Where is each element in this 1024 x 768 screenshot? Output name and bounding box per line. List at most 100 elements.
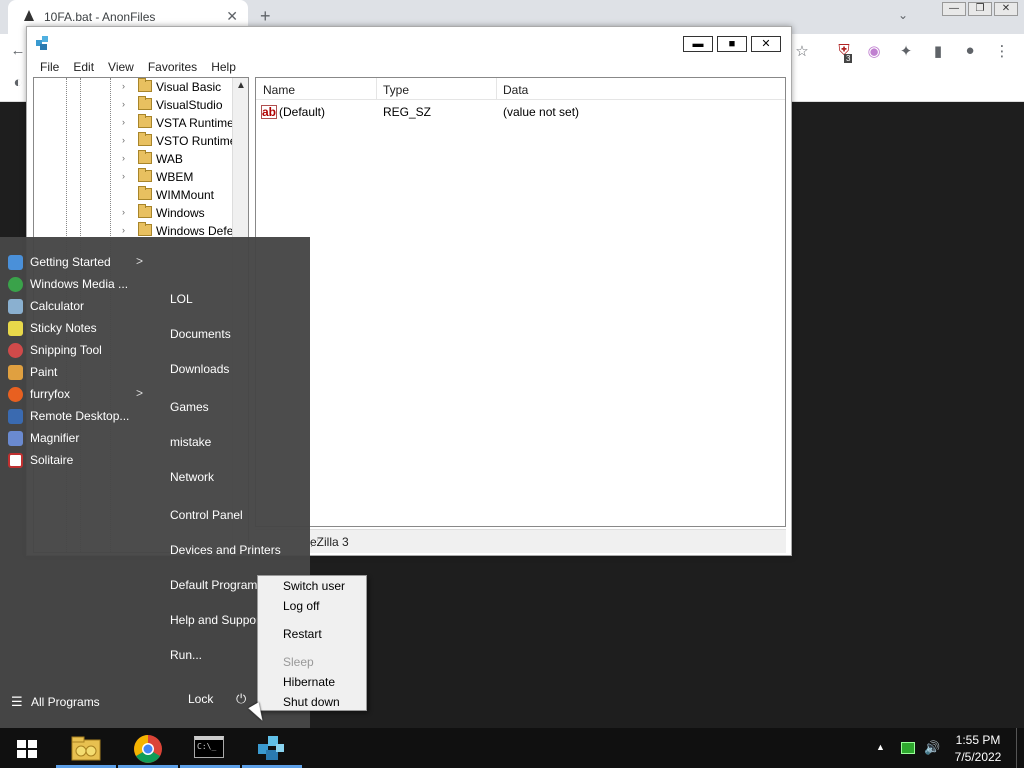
program-furryfox[interactable]: furryfox >	[0, 383, 160, 405]
program-solitaire[interactable]: Solitaire	[0, 449, 160, 471]
folder-icon	[138, 132, 152, 146]
tree-expand-icon[interactable]: ›	[122, 225, 125, 235]
tree-expand-icon[interactable]: ›	[122, 117, 125, 127]
network-icon[interactable]	[901, 742, 915, 754]
side-panel-icon[interactable]: ▮	[928, 42, 948, 62]
place-downloads[interactable]: Downloads	[170, 362, 229, 376]
browser-menu-icon[interactable]: ⋮	[992, 42, 1012, 62]
tray-overflow-icon[interactable]: ▲	[876, 742, 885, 752]
program-calculator[interactable]: Calculator	[0, 295, 160, 317]
tree-item[interactable]: › Windows	[34, 204, 234, 222]
volume-icon[interactable]: 🔊	[924, 740, 940, 756]
place-documents[interactable]: Documents	[170, 327, 231, 341]
clock-date[interactable]: 7/5/2022	[950, 750, 1006, 764]
tree-item-label: WAB	[156, 152, 183, 166]
program-remote-desktop[interactable]: Remote Desktop...	[0, 405, 160, 427]
regedit-app-icon	[258, 736, 284, 760]
lock-button[interactable]: Lock	[188, 692, 213, 706]
taskbar-command-prompt[interactable]: C:\_	[180, 728, 240, 768]
program-windows-media[interactable]: Windows Media ...	[0, 273, 160, 295]
place-games[interactable]: Games	[170, 400, 209, 414]
tree-item[interactable]: › Visual Basic	[34, 78, 234, 96]
menu-item-log-off[interactable]: Log off	[283, 599, 319, 613]
place-devices-and-printers[interactable]: Devices and Printers	[170, 543, 281, 557]
place-network[interactable]: Network	[170, 470, 214, 484]
tree-item[interactable]: WIMMount	[34, 186, 234, 204]
taskbar-chrome[interactable]	[118, 728, 178, 768]
program-magnifier[interactable]: Magnifier	[0, 427, 160, 449]
all-programs-button[interactable]: ☰ All Programs	[0, 689, 160, 715]
regedit-minimize-button[interactable]: ▬	[683, 36, 713, 52]
program-label: Snipping Tool	[30, 343, 102, 357]
menu-item-hibernate[interactable]: Hibernate	[283, 675, 335, 689]
place-control-panel[interactable]: Control Panel	[170, 508, 243, 522]
tree-expand-icon[interactable]: ›	[122, 81, 125, 91]
program-getting-started[interactable]: Getting Started >	[0, 251, 160, 273]
resize-grip-icon[interactable]: ⋰	[310, 538, 782, 549]
program-paint[interactable]: Paint	[0, 361, 160, 383]
tree-item[interactable]: › VisualStudio	[34, 96, 234, 114]
taskbar: C:\_ ▲ 🔊 1:55 PM 7/5/2022	[0, 728, 1024, 768]
program-sticky-notes[interactable]: Sticky Notes	[0, 317, 160, 339]
tree-item[interactable]: › VSTA Runtime	[34, 114, 234, 132]
tab-close-icon[interactable]: ✕	[226, 8, 238, 25]
menu-view[interactable]: View	[101, 57, 141, 77]
power-options-icon[interactable]: ⏻	[236, 691, 246, 707]
tree-item[interactable]: › WAB	[34, 150, 234, 168]
program-label: Remote Desktop...	[30, 409, 130, 423]
program-snipping-tool[interactable]: Snipping Tool	[0, 339, 160, 361]
column-header-type[interactable]: Type	[383, 83, 409, 97]
windows-media-icon	[8, 277, 23, 292]
taskbar-regedit[interactable]	[242, 728, 302, 768]
menu-favorites[interactable]: Favorites	[141, 57, 204, 77]
place-run[interactable]: Run...	[170, 648, 202, 662]
menu-item-restart[interactable]: Restart	[283, 627, 322, 641]
menu-item-switch-user[interactable]: Switch user	[283, 579, 345, 593]
profile-avatar-icon[interactable]: ●	[960, 42, 980, 62]
tree-item[interactable]: › WBEM	[34, 168, 234, 186]
column-header-data[interactable]: Data	[503, 83, 528, 97]
furryfox-icon	[8, 387, 23, 402]
string-value-icon: ab	[261, 105, 277, 119]
scroll-up-arrow-icon[interactable]: ▲	[236, 80, 246, 91]
regedit-titlebar[interactable]: ▬ ■ ✕	[27, 27, 791, 57]
clock-time[interactable]: 1:55 PM	[950, 733, 1006, 747]
table-row[interactable]: ab (Default) REG_SZ (value not set)	[256, 102, 785, 122]
tree-expand-icon[interactable]: ›	[122, 99, 125, 109]
back-arrow-icon[interactable]: ←	[8, 42, 28, 62]
place-help-and-support[interactable]: Help and Support	[170, 613, 263, 627]
tree-item-label: Windows	[156, 206, 205, 220]
program-label: Sticky Notes	[30, 321, 97, 335]
menu-help[interactable]: Help	[204, 57, 243, 77]
tree-expand-icon[interactable]: ›	[122, 135, 125, 145]
bookmark-globe-icon[interactable]: ◐	[8, 74, 28, 94]
regedit-maximize-button[interactable]: ■	[717, 36, 747, 52]
menu-item-shut-down[interactable]: Shut down	[283, 695, 340, 709]
place-mistake[interactable]: mistake	[170, 435, 211, 449]
theme-extension-icon[interactable]: ◉	[864, 42, 884, 62]
tree-expand-icon[interactable]: ›	[122, 171, 125, 181]
menu-edit[interactable]: Edit	[66, 57, 101, 77]
browser-minimize-button[interactable]: —	[942, 2, 966, 16]
menu-file[interactable]: File	[33, 57, 66, 77]
new-tab-button[interactable]: +	[260, 6, 271, 27]
submenu-arrow-icon: >	[136, 254, 144, 268]
show-desktop-button[interactable]	[1016, 728, 1024, 768]
tree-item[interactable]: › VSTO Runtime	[34, 132, 236, 150]
column-header-name[interactable]: Name	[263, 83, 295, 97]
registry-values-pane[interactable]: Name Type Data ab (Default) REG_SZ (valu…	[255, 77, 786, 527]
bookmark-star-icon[interactable]: ☆	[792, 42, 812, 62]
tree-expand-icon[interactable]: ›	[122, 207, 125, 217]
extensions-puzzle-icon[interactable]: ✦	[896, 42, 916, 62]
tab-search-chevron-icon[interactable]: ⌄	[898, 8, 908, 22]
place-lol[interactable]: LOL	[170, 292, 193, 306]
browser-close-button[interactable]: ✕	[994, 2, 1018, 16]
value-type: REG_SZ	[383, 105, 432, 119]
browser-restore-button[interactable]: ❐	[968, 2, 992, 16]
place-default-programs[interactable]: Default Programs	[170, 578, 263, 592]
start-button[interactable]	[0, 728, 60, 768]
tree-expand-icon[interactable]: ›	[122, 153, 125, 163]
taskbar-file-explorer[interactable]	[56, 728, 116, 768]
list-icon: ☰	[11, 694, 23, 709]
regedit-close-button[interactable]: ✕	[751, 36, 781, 52]
